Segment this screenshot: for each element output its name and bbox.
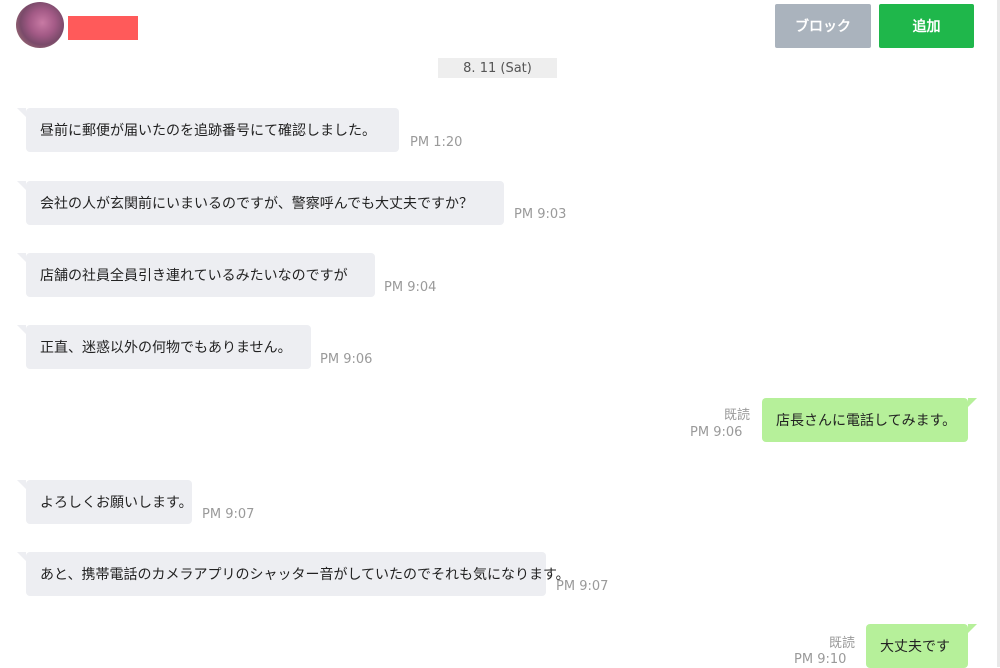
message-bubble-incoming[interactable]: 店舗の社員全員引き連れているみたいなのですが (17, 253, 375, 297)
message-bubble-incoming[interactable]: 正直、迷惑以外の何物でもありません。 (17, 325, 311, 369)
message-bubble-incoming[interactable]: 昼前に郵便が届いたのを追跡番号にて確認しました。 (17, 108, 399, 152)
block-button[interactable]: ブロック (775, 4, 871, 48)
read-receipt: 既読 (828, 636, 855, 651)
message-bubble-outgoing[interactable]: 店長さんに電話してみます。 (762, 398, 977, 442)
add-friend-button[interactable]: 追加 (879, 4, 974, 48)
read-receipt: 既読 (723, 408, 750, 423)
message-bubble-outgoing[interactable]: 大丈夫です (866, 624, 977, 668)
chat-header: ブロック 追加 (0, 0, 1000, 58)
message-bubble-incoming[interactable]: 会社の人が玄関前にいまいるのですが、警察呼んでも大丈夫ですか？ (17, 181, 504, 225)
message-timestamp: PM 9:06 (320, 352, 373, 367)
message-timestamp: PM 9:04 (384, 280, 437, 295)
user-avatar-icon[interactable] (16, 2, 64, 48)
message-timestamp: PM 9:03 (514, 207, 567, 222)
message-timestamp: PM 9:07 (556, 579, 609, 594)
date-divider: 8. 11 (Sat) (438, 58, 557, 78)
redacted-username (68, 16, 138, 40)
message-bubble-incoming[interactable]: あと、携帯電話のカメラアプリのシャッター音がしていたのでそれも気になります。 (17, 552, 570, 596)
message-timestamp: PM 9:07 (202, 507, 255, 522)
message-bubble-incoming[interactable]: よろしくお願いします。 (17, 480, 193, 524)
message-timestamp: PM 1:20 (410, 135, 463, 150)
message-timestamp: PM 9:06 (690, 425, 743, 440)
message-timestamp: PM 9:10 (794, 652, 847, 667)
